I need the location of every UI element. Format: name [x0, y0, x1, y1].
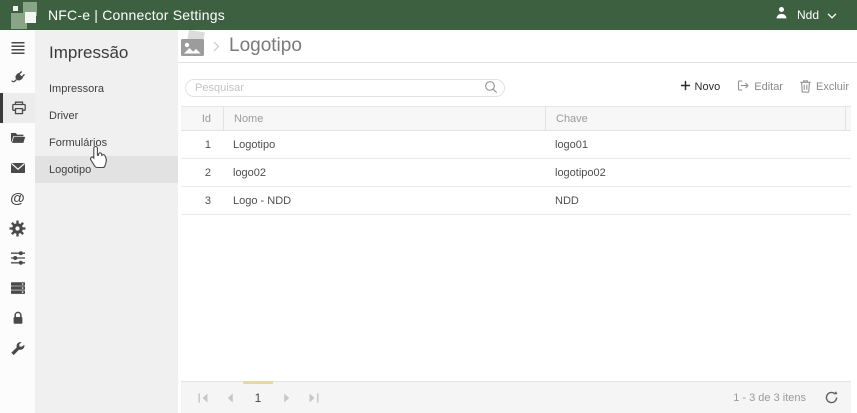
- pager-nav: 1: [189, 382, 327, 413]
- sidebar-heading: Impressão: [35, 30, 178, 63]
- wrench-icon[interactable]: [0, 333, 35, 363]
- main-content: Logotipo Novo: [178, 30, 857, 413]
- logo-square: [25, 12, 36, 23]
- trash-icon: [799, 79, 812, 96]
- content-area: Novo Editar Excluir: [178, 63, 857, 413]
- pager-info: 1 - 3 de 3 itens: [733, 392, 806, 404]
- column-header-id[interactable]: Id: [181, 107, 223, 130]
- server-icon[interactable]: [0, 273, 35, 303]
- table-row[interactable]: 3 Logo - NDD NDD: [181, 187, 851, 215]
- app-logo: [6, 1, 38, 29]
- data-grid: Id Nome Chave 1 Logotipo logo01 2 logo02…: [181, 106, 851, 215]
- page-header: Logotipo: [178, 30, 857, 63]
- last-page-button[interactable]: [300, 382, 327, 413]
- icon-rail: @: [0, 30, 35, 413]
- column-header-nome[interactable]: Nome: [223, 107, 545, 130]
- sidebar-item-logotipo[interactable]: Logotipo: [35, 156, 178, 183]
- delete-button[interactable]: Excluir: [799, 79, 849, 96]
- mail-icon[interactable]: [0, 153, 35, 183]
- table-row[interactable]: 2 logo02 logotipo02: [181, 159, 851, 187]
- first-page-button[interactable]: [189, 382, 216, 413]
- image-icon: [180, 30, 210, 62]
- at-sign-icon[interactable]: @: [0, 183, 35, 213]
- user-icon: [774, 5, 789, 25]
- next-page-button[interactable]: [273, 382, 300, 413]
- prev-page-button[interactable]: [216, 382, 243, 413]
- chevron-down-icon: [827, 6, 837, 24]
- app-window: NFC-e | Connector Settings Ndd: [0, 0, 857, 413]
- app-title: NFC-e | Connector Settings: [48, 7, 225, 23]
- grid-header: Id Nome Chave: [181, 106, 851, 131]
- column-header-chave[interactable]: Chave: [545, 107, 845, 130]
- edit-button[interactable]: Editar: [736, 79, 783, 95]
- page-number-button[interactable]: 1: [243, 382, 273, 413]
- app-body: @ Impressão Impressora: [0, 30, 857, 413]
- folder-open-icon[interactable]: [0, 123, 35, 153]
- sidebar-item-impressora[interactable]: Impressora: [35, 75, 178, 102]
- user-name: Ndd: [797, 8, 819, 22]
- top-header-bar: NFC-e | Connector Settings Ndd: [0, 0, 857, 30]
- user-menu[interactable]: Ndd: [774, 5, 837, 25]
- printer-icon[interactable]: [0, 93, 35, 123]
- grid-header-spacer: [845, 107, 851, 130]
- sidebar-item-formularios[interactable]: Formulários: [35, 129, 178, 156]
- section-sidebar: Impressão Impressora Driver Formulários …: [35, 30, 178, 413]
- table-row[interactable]: 1 Logotipo logo01: [181, 131, 851, 159]
- sidebar-item-driver[interactable]: Driver: [35, 102, 178, 129]
- toolbar-actions: Novo Editar Excluir: [680, 79, 851, 96]
- search-input[interactable]: [185, 79, 505, 97]
- pager-right: 1 - 3 de 3 itens: [733, 390, 839, 405]
- new-button[interactable]: Novo: [680, 80, 721, 94]
- gear-icon[interactable]: [0, 213, 35, 243]
- menu-icon[interactable]: [0, 33, 35, 63]
- sliders-icon[interactable]: [0, 243, 35, 273]
- search-box: [185, 78, 505, 97]
- plug-icon[interactable]: [0, 63, 35, 93]
- chevron-right-icon: [213, 39, 220, 57]
- page-title: Logotipo: [229, 35, 302, 57]
- grid-pager: 1 1 - 3 de 3 itens: [181, 381, 851, 413]
- toolbar: Novo Editar Excluir: [181, 77, 851, 97]
- search-icon[interactable]: [484, 80, 498, 99]
- refresh-icon[interactable]: [824, 390, 839, 405]
- edit-icon: [736, 79, 750, 95]
- sidebar-menu: Impressora Driver Formulários Logotipo: [35, 75, 178, 183]
- plus-icon: [680, 80, 691, 94]
- logo-square: [13, 6, 18, 11]
- lock-icon[interactable]: [0, 303, 35, 333]
